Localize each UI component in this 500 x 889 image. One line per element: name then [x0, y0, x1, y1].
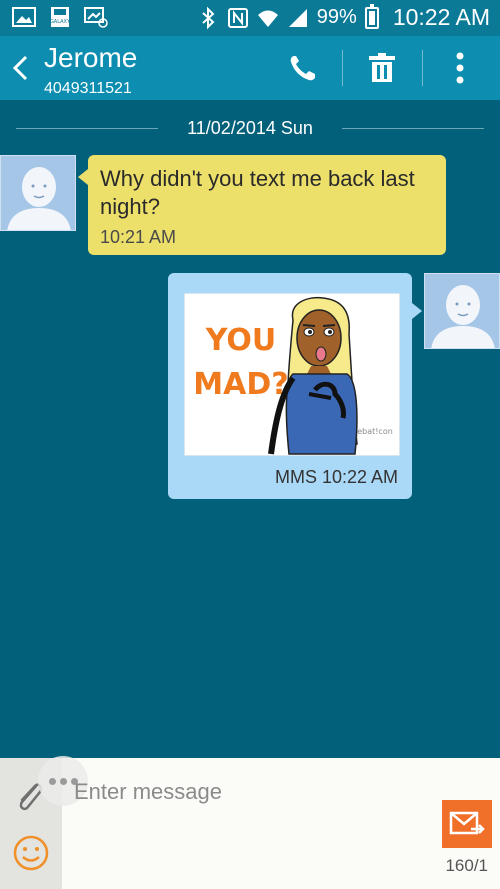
gallery-icon	[12, 6, 36, 28]
send-mail-icon	[449, 811, 485, 835]
image-text-you: YOU	[205, 323, 277, 358]
message-text: Why didn't you text me back last night?	[100, 166, 415, 219]
svg-text:GALAXY: GALAXY	[50, 19, 71, 25]
image-watermark: ebat!con	[357, 427, 393, 436]
overflow-menu-icon	[456, 52, 464, 84]
more-options-button[interactable]	[442, 50, 478, 86]
mms-notification-icon	[84, 6, 108, 28]
message-input[interactable]	[72, 772, 426, 812]
send-button[interactable]	[442, 800, 492, 848]
delete-button[interactable]	[364, 50, 400, 86]
trash-icon	[369, 53, 395, 82]
nfc-icon	[227, 6, 249, 30]
message-time: MMS 10:22 AM	[274, 467, 398, 487]
character-counter: 160/1	[445, 856, 488, 875]
image-text-mad: MAD?	[193, 367, 288, 402]
message-time: 10:21 AM	[100, 227, 177, 247]
my-avatar[interactable]	[424, 273, 500, 349]
phone-icon	[290, 56, 315, 81]
sd-card-icon: GALAXY	[48, 6, 72, 28]
action-divider	[342, 50, 343, 86]
battery-icon	[364, 3, 379, 29]
wifi-icon	[257, 6, 279, 30]
emoji-icon[interactable]	[12, 834, 50, 877]
contact-avatar[interactable]	[0, 155, 76, 231]
outgoing-mms-bubble[interactable]: YOU MAD? ebat!con MMS 10:22 AM	[168, 273, 422, 499]
status-bar: GALAXY 99% 10:22 AM	[0, 0, 500, 36]
date-divider: 11/02/2014 Sun	[0, 116, 500, 140]
contact-name[interactable]: Jerome	[44, 42, 137, 74]
mms-image[interactable]: YOU MAD? ebat!con	[184, 293, 400, 456]
status-time: 10:22 AM	[392, 4, 490, 30]
battery-percent: 99%	[316, 6, 357, 28]
signal-icon	[287, 6, 309, 30]
back-icon[interactable]	[10, 54, 30, 82]
bluetooth-icon	[197, 6, 219, 30]
action-bar: Jerome 4049311521	[0, 36, 500, 100]
call-button[interactable]	[284, 50, 320, 86]
action-divider	[422, 50, 423, 86]
divider-line	[342, 128, 484, 129]
contact-number: 4049311521	[44, 80, 132, 97]
incoming-message-bubble[interactable]: Why didn't you text me back last night? …	[78, 155, 446, 255]
